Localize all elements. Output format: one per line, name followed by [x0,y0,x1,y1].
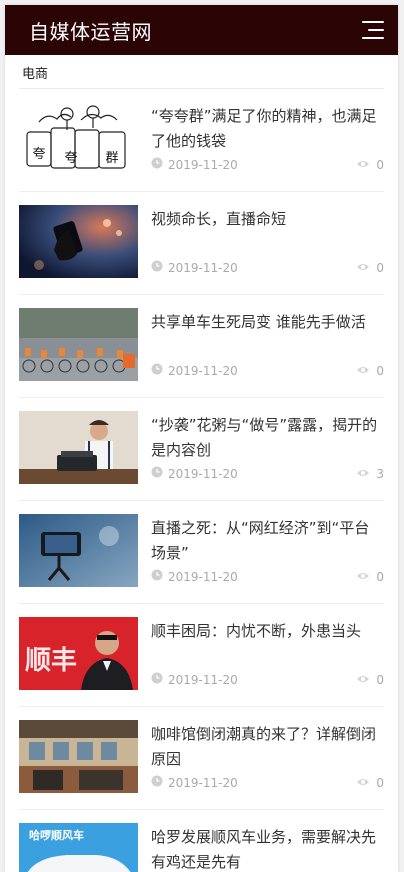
article-info: 直播之死：从“网红经济”到“平台场景” 2019-11-20 0 [138,514,384,603]
article-item[interactable]: 夸 夸 群 “夸夸群”满足了你的精神，也满足了他的钱袋 2019-11-20 0 [19,89,384,192]
page-frame: 自媒体运营网 电商 夸 夸 群 “夸夸群”满足了你的精神，也满足了他的钱袋 20… [5,5,398,872]
article-meta: 2019-11-20 0 [151,363,384,378]
article-item[interactable]: 顺丰 顺丰困局：内忧不断，外患当头 2019-11-20 0 [19,604,384,707]
article-list: 夸 夸 群 “夸夸群”满足了你的精神，也满足了他的钱袋 2019-11-20 0… [19,89,384,872]
clock-icon [151,466,163,481]
article-thumbnail[interactable] [19,205,138,278]
eye-icon [356,673,370,687]
cartoon-char: 夸 [32,147,45,162]
article-info: 哈罗发展顺风车业务，需要解决先有鸡还是先有 [138,823,384,872]
article-meta: 2019-11-20 0 [151,260,384,275]
article-item[interactable]: “抄袭”花粥与“做号”露露，揭开的是内容创 2019-11-20 3 [19,398,384,501]
view-count: 0 [376,775,384,790]
article-thumbnail[interactable]: 哈啰顺风车 [19,823,138,872]
article-date: 2019-11-20 [168,466,238,481]
article-item[interactable]: 哈啰顺风车 哈罗发展顺风车业务，需要解决先有鸡还是先有 [19,810,384,872]
article-date: 2019-11-20 [168,363,238,378]
sf-sign-text: 顺丰 [25,646,77,676]
article-meta: 2019-11-20 0 [151,672,384,687]
site-title[interactable]: 自媒体运营网 [29,16,152,45]
clock-icon [151,260,163,275]
view-count: 3 [376,466,384,481]
eye-icon [356,364,370,378]
article-date: 2019-11-20 [168,260,238,275]
article-thumbnail[interactable]: 夸 夸 群 [19,102,138,175]
article-thumbnail[interactable]: 顺丰 [19,617,138,690]
article-title[interactable]: “夸夸群”满足了你的精神，也满足了他的钱袋 [151,104,384,154]
hello-sign-text: 哈啰顺风车 [29,828,84,842]
eye-icon [356,776,370,790]
article-title[interactable]: 视频命长，直播命短 [151,207,384,232]
article-title[interactable]: 咖啡馆倒闭潮真的来了？详解倒闭原因 [151,722,384,772]
article-title[interactable]: 哈罗发展顺风车业务，需要解决先有鸡还是先有 [151,825,384,872]
view-count: 0 [376,157,384,172]
view-count: 0 [376,260,384,275]
eye-icon [356,467,370,481]
article-info: 视频命长，直播命短 2019-11-20 0 [138,205,384,294]
article-thumbnail[interactable] [19,720,138,793]
article-item[interactable]: 视频命长，直播命短 2019-11-20 0 [19,192,384,295]
article-item[interactable]: 共享单车生死局变 谁能先手做活 2019-11-20 0 [19,295,384,398]
article-title[interactable]: 直播之死：从“网红经济”到“平台场景” [151,516,384,566]
cartoon-char: 群 [105,151,118,166]
article-title[interactable]: 顺丰困局：内忧不断，外患当头 [151,619,384,644]
article-info: “抄袭”花粥与“做号”露露，揭开的是内容创 2019-11-20 3 [138,411,384,500]
article-date: 2019-11-20 [168,775,238,790]
article-title[interactable]: “抄袭”花粥与“做号”露露，揭开的是内容创 [151,413,384,463]
article-info: “夸夸群”满足了你的精神，也满足了他的钱袋 2019-11-20 0 [138,102,384,191]
article-thumbnail[interactable] [19,308,138,381]
clock-icon [151,157,163,172]
article-meta: 2019-11-20 0 [151,775,384,790]
article-info: 顺丰困局：内忧不断，外患当头 2019-11-20 0 [138,617,384,706]
view-count: 0 [376,672,384,687]
category-title: 电商 [19,55,384,89]
clock-icon [151,775,163,790]
article-meta: 2019-11-20 0 [151,157,384,172]
article-meta: 2019-11-20 3 [151,466,384,481]
cartoon-char: 夸 [64,151,77,166]
clock-icon [151,672,163,687]
article-info: 咖啡馆倒闭潮真的来了？详解倒闭原因 2019-11-20 0 [138,720,384,809]
article-item[interactable]: 咖啡馆倒闭潮真的来了？详解倒闭原因 2019-11-20 0 [19,707,384,810]
article-meta: 2019-11-20 0 [151,569,384,584]
article-item[interactable]: 直播之死：从“网红经济”到“平台场景” 2019-11-20 0 [19,501,384,604]
article-thumbnail[interactable] [19,411,138,484]
article-info: 共享单车生死局变 谁能先手做活 2019-11-20 0 [138,308,384,397]
article-date: 2019-11-20 [168,569,238,584]
clock-icon [151,569,163,584]
article-thumbnail[interactable] [19,514,138,587]
top-bar: 自媒体运营网 [5,5,398,55]
menu-button[interactable] [362,20,384,40]
article-date: 2019-11-20 [168,672,238,687]
article-date: 2019-11-20 [168,157,238,172]
view-count: 0 [376,363,384,378]
article-title[interactable]: 共享单车生死局变 谁能先手做活 [151,310,384,335]
eye-icon [356,158,370,172]
eye-icon [356,261,370,275]
view-count: 0 [376,569,384,584]
eye-icon [356,570,370,584]
clock-icon [151,363,163,378]
